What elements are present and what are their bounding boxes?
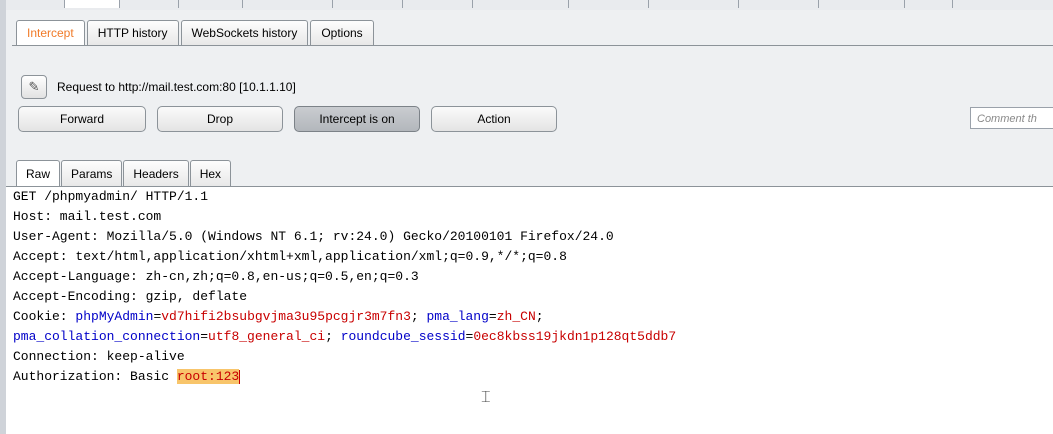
- main-tab-stub[interactable]: [648, 0, 739, 8]
- header-accept-encoding: Accept-Encoding: gzip, deflate: [13, 289, 248, 304]
- main-tab-stub[interactable]: [178, 0, 243, 8]
- main-tab-stub[interactable]: [818, 0, 905, 8]
- intercept-toolbar: Forward Drop Intercept is on Action: [18, 106, 568, 132]
- tab-params[interactable]: Params: [61, 160, 123, 186]
- tab-raw[interactable]: Raw: [16, 160, 61, 186]
- authorization-value: root:123: [176, 369, 240, 384]
- request-editor[interactable]: GET /phpmyadmin/ HTTP/1.1 Host: mail.tes…: [6, 186, 1053, 434]
- proxy-panel: Intercept HTTP history WebSockets histor…: [6, 10, 1053, 186]
- main-tab-stub[interactable]: [118, 0, 179, 8]
- forward-button[interactable]: Forward: [18, 106, 146, 132]
- tab-headers[interactable]: Headers: [123, 160, 189, 186]
- header-accept: Accept: text/html,application/xhtml+xml,…: [13, 249, 567, 264]
- cookie-name: roundcube_sessid: [340, 329, 466, 344]
- header-connection: Connection: keep-alive: [13, 349, 185, 364]
- tab-intercept[interactable]: Intercept: [16, 20, 85, 45]
- header-user-agent: User-Agent: Mozilla/5.0 (Windows NT 6.1;…: [13, 229, 614, 244]
- header-authorization: Authorization: Basic root:123: [6, 367, 1053, 387]
- header-accept-language: Accept-Language: zh-cn,zh;q=0.8,en-us;q=…: [13, 269, 419, 284]
- request-line: GET /phpmyadmin/ HTTP/1.1: [13, 189, 209, 204]
- tab-http-history[interactable]: HTTP history: [86, 20, 179, 45]
- text-cursor-icon: ⌶: [481, 387, 491, 406]
- cookie-name: pma_lang: [426, 309, 489, 324]
- pencil-icon[interactable]: ✎: [21, 75, 47, 99]
- cookie-label: Cookie:: [13, 309, 76, 324]
- tab-websockets-history[interactable]: WebSockets history: [180, 20, 309, 45]
- request-target-label: Request to http://mail.test.com:80 [10.1…: [57, 80, 296, 94]
- main-tab-stub[interactable]: [568, 0, 649, 8]
- intercept-toggle-button[interactable]: Intercept is on: [294, 106, 420, 132]
- main-tab-stub[interactable]: [242, 0, 333, 8]
- drop-button[interactable]: Drop: [157, 106, 283, 132]
- main-tab-stub[interactable]: [332, 0, 403, 8]
- action-button[interactable]: Action: [431, 106, 557, 132]
- subtab-divider: [12, 45, 1053, 46]
- main-tab-stub[interactable]: [6, 0, 65, 8]
- cookie-value: vd7hifi2bsubgvjma3u95pcgjr3m7fn3: [161, 309, 411, 324]
- authorization-label: Authorization: Basic: [13, 369, 177, 384]
- main-tab-stub[interactable]: [472, 0, 569, 8]
- main-tab-proxy[interactable]: [64, 0, 120, 8]
- header-host: Host: mail.test.com: [13, 209, 162, 224]
- text-caret: [239, 369, 241, 384]
- message-view-tabs: Raw Params Headers Hex: [16, 160, 232, 186]
- tab-options[interactable]: Options: [310, 20, 374, 45]
- header-cookie-continued: pma_collation_connection=utf8_general_ci…: [13, 329, 677, 344]
- main-tab-stub[interactable]: [402, 0, 473, 8]
- tab-hex[interactable]: Hex: [189, 160, 232, 186]
- comment-field[interactable]: Comment th: [970, 107, 1053, 129]
- cookie-name: phpMyAdmin: [75, 309, 154, 324]
- main-tab-stub[interactable]: [904, 0, 953, 8]
- main-tab-stub[interactable]: [738, 0, 819, 8]
- request-info: ✎ Request to http://mail.test.com:80 [10…: [21, 75, 296, 99]
- proxy-subtabs: Intercept HTTP history WebSockets histor…: [16, 20, 376, 45]
- cookie-name: pma_collation_connection: [13, 329, 201, 344]
- header-cookie: Cookie: phpMyAdmin=vd7hifi2bsubgvjma3u95…: [13, 309, 544, 324]
- cookie-value: utf8_general_ci: [208, 329, 326, 344]
- cookie-value: 0ec8kbss19jkdn1p128qt5ddb7: [473, 329, 677, 344]
- cookie-value: zh_CN: [496, 309, 536, 324]
